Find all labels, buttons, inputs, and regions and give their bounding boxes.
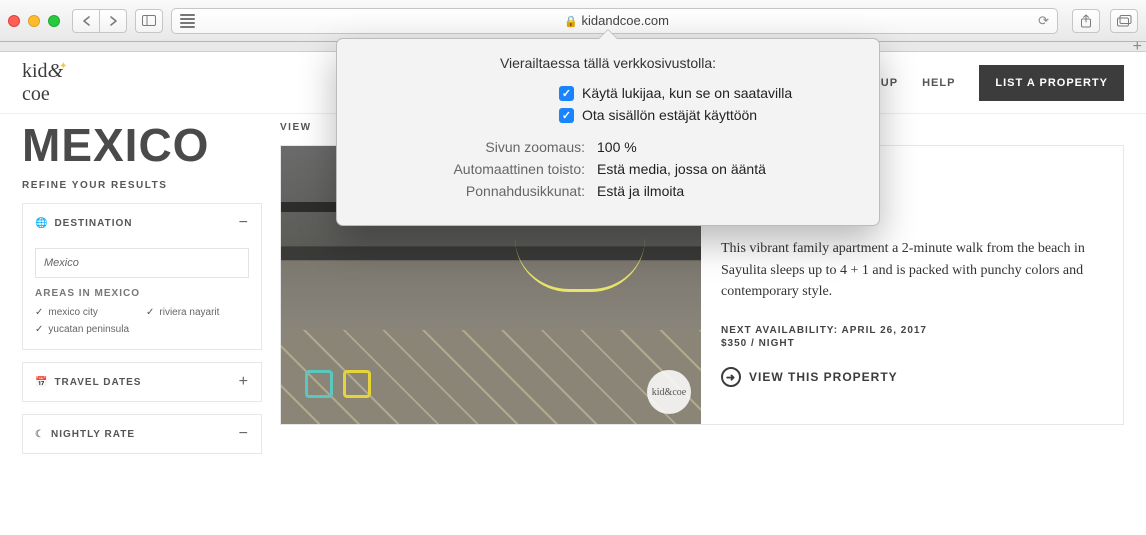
page-title: MEXICO <box>22 118 262 172</box>
checkbox-checked-icon: ✓ <box>559 108 574 123</box>
row-label: Sivun zoomaus: <box>355 139 585 155</box>
moon-icon: ☾ <box>35 429 45 440</box>
checkbox-checked-icon: ✓ <box>559 86 574 101</box>
filter-title: DESTINATION <box>54 218 132 229</box>
row-value: Estä ja ilmoita <box>597 183 684 199</box>
site-logo[interactable]: kid&✦ coe <box>22 60 72 106</box>
forward-button[interactable] <box>99 9 127 33</box>
checkbox-label: Ota sisällön estäjät käyttöön <box>582 107 757 123</box>
areas-label: AREAS IN MEXICO <box>35 288 249 299</box>
address-bar-text: 🔒 kidandcoe.com <box>201 13 1032 28</box>
arrow-right-icon: ➜ <box>721 367 741 387</box>
toolbar-right <box>1072 9 1138 33</box>
row-label: Automaattinen toisto: <box>355 161 585 177</box>
site-settings-popover: Vierailtaessa tällä verkkosivustolla: ✓ … <box>336 38 880 226</box>
reload-button[interactable]: ⟳ <box>1038 13 1049 29</box>
browser-toolbar: 🔒 kidandcoe.com ⟳ <box>0 0 1146 42</box>
property-description: This vibrant family apartment a 2-minute… <box>721 238 1103 303</box>
site-nav: SIGN UP HELP LIST A PROPERTY <box>846 65 1124 101</box>
property-price: $350 / NIGHT <box>721 338 1103 349</box>
filter-destination: 🌐 DESTINATION − AREAS IN MEXICO ✓ mexico … <box>22 203 262 350</box>
filter-title: NIGHTLY RATE <box>51 429 135 440</box>
lock-icon: 🔒 <box>564 16 578 28</box>
filter-title: TRAVEL DATES <box>54 377 141 388</box>
collapse-icon: − <box>239 214 249 232</box>
logo-part: coe <box>22 83 50 105</box>
row-label: Ponnahdusikkunat: <box>355 183 585 199</box>
filter-sidebar: MEXICO REFINE YOUR RESULTS 🌐 DESTINATION… <box>22 114 262 454</box>
back-button[interactable] <box>72 9 100 33</box>
view-property-label: VIEW THIS PROPERTY <box>749 370 898 384</box>
expand-icon: + <box>239 373 249 391</box>
reader-icon[interactable] <box>180 14 195 28</box>
nav-help[interactable]: HELP <box>922 77 955 89</box>
zoom-row[interactable]: Sivun zoomaus: 100 % <box>355 139 861 155</box>
area-label: yucatan peninsula <box>48 324 129 335</box>
logo-part: kid <box>22 60 48 82</box>
popups-row[interactable]: Ponnahdusikkunat: Estä ja ilmoita <box>355 183 861 199</box>
row-value: Estä media, jossa on ääntä <box>597 161 766 177</box>
domain-text: kidandcoe.com <box>581 13 668 28</box>
popover-title: Vierailtaessa tällä verkkosivustolla: <box>355 55 861 71</box>
refine-label: REFINE YOUR RESULTS <box>22 180 262 191</box>
window-controls <box>8 15 60 27</box>
logo-star-icon: ✦ <box>59 61 67 72</box>
filter-travel-dates-header[interactable]: 📅 TRAVEL DATES + <box>23 363 261 401</box>
row-value: 100 % <box>597 139 637 155</box>
filter-destination-header[interactable]: 🌐 DESTINATION − <box>23 204 261 242</box>
minimize-window-button[interactable] <box>28 15 40 27</box>
reader-checkbox-row[interactable]: ✓ Käytä lukijaa, kun se on saatavilla <box>559 85 861 101</box>
destination-input[interactable] <box>35 248 249 278</box>
list-property-button[interactable]: LIST A PROPERTY <box>979 65 1124 101</box>
content-blockers-checkbox-row[interactable]: ✓ Ota sisällön estäjät käyttöön <box>559 107 861 123</box>
filter-nightly-rate-header[interactable]: ☾ NIGHTLY RATE − <box>23 415 261 453</box>
area-label: riviera nayarit <box>159 307 219 318</box>
globe-icon: 🌐 <box>35 218 48 229</box>
view-property-link[interactable]: ➜ VIEW THIS PROPERTY <box>721 367 1103 387</box>
area-option[interactable]: ✓ mexico city <box>35 307 138 318</box>
image-watermark: kid&coe <box>647 370 691 414</box>
share-button[interactable] <box>1072 9 1100 33</box>
tabs-button[interactable] <box>1110 9 1138 33</box>
nav-back-forward <box>72 9 127 33</box>
check-icon: ✓ <box>35 307 43 318</box>
check-icon: ✓ <box>35 324 43 335</box>
check-icon: ✓ <box>146 307 154 318</box>
area-option[interactable]: ✓ yucatan peninsula <box>35 324 138 335</box>
checkbox-label: Käytä lukijaa, kun se on saatavilla <box>582 85 792 101</box>
collapse-icon: − <box>239 425 249 443</box>
calendar-icon: 📅 <box>35 377 48 388</box>
area-option[interactable]: ✓ riviera nayarit <box>146 307 249 318</box>
autoplay-row[interactable]: Automaattinen toisto: Estä media, jossa … <box>355 161 861 177</box>
filter-travel-dates: 📅 TRAVEL DATES + <box>22 362 262 402</box>
fullscreen-window-button[interactable] <box>48 15 60 27</box>
area-label: mexico city <box>48 307 97 318</box>
filter-nightly-rate: ☾ NIGHTLY RATE − <box>22 414 262 454</box>
sidebar-button[interactable] <box>135 9 163 33</box>
property-availability: NEXT AVAILABILITY: APRIL 26, 2017 <box>721 325 1103 336</box>
close-window-button[interactable] <box>8 15 20 27</box>
